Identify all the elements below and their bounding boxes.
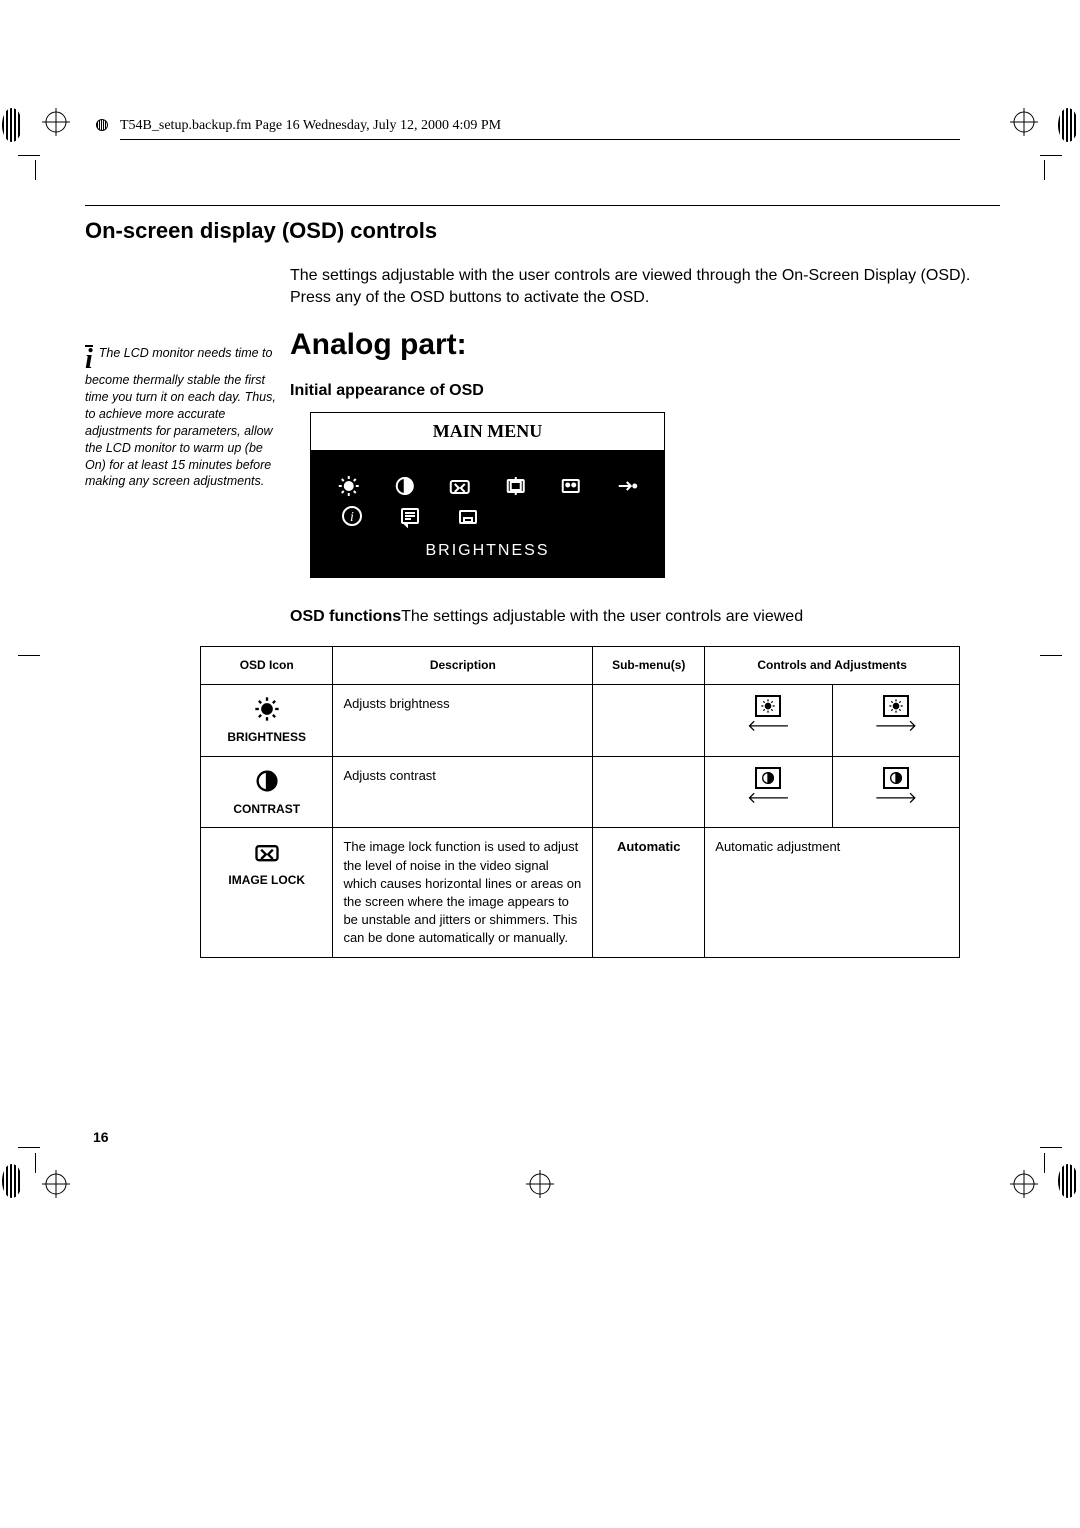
image-setup-icon: [557, 474, 585, 498]
osd-icon-cell: CONTRAST: [201, 756, 333, 828]
table-row: BRIGHTNESSAdjusts brightness 🡐🡒: [201, 684, 960, 756]
information-icon: i: [337, 504, 367, 528]
crop-mark-icon: [18, 655, 40, 656]
osd-functions-table: OSD IconDescriptionSub-menu(s)Controls a…: [200, 646, 960, 959]
control-cell-text: Automatic adjustment: [705, 828, 960, 958]
language-icon: [395, 504, 425, 528]
crop-mark-icon: [35, 1153, 36, 1173]
initial-appearance-heading: Initial appearance of OSD: [290, 380, 1000, 402]
print-knob-icon: [2, 108, 22, 142]
registration-mark-icon: [42, 1170, 70, 1198]
info-icon: i: [85, 345, 93, 372]
crop-mark-icon: [1044, 1153, 1045, 1173]
brightness-icon: [335, 474, 363, 498]
page-number: 16: [93, 1128, 109, 1148]
osd-title: MAIN MENU: [311, 413, 664, 450]
control-cell-right: 🡒: [832, 684, 959, 756]
control-cell-right: 🡒: [832, 756, 959, 828]
contrast-icon: [391, 474, 419, 498]
submenu-cell: [593, 684, 705, 756]
crop-mark-icon: [1044, 160, 1045, 180]
table-row: IMAGE LOCKThe image lock function is use…: [201, 828, 960, 958]
description-cell: The image lock function is used to adjus…: [333, 828, 593, 958]
info-sidebar-text: The LCD monitor needs time to become the…: [85, 346, 276, 488]
section-heading: On-screen display (OSD) controls: [85, 216, 1000, 247]
submenu-cell: [593, 756, 705, 828]
osd-icon-cell: IMAGE LOCK: [201, 828, 333, 958]
submenu-cell: Automatic: [593, 828, 705, 958]
framemaker-knob-icon: [96, 119, 108, 131]
analog-heading: Analog part:: [290, 324, 1000, 366]
registration-mark-icon: [1010, 108, 1038, 136]
exit-icon: [613, 474, 641, 498]
svg-text:i: i: [350, 510, 354, 525]
table-header: Sub-menu(s): [593, 646, 705, 684]
osd-functions-line: OSD functionsThe settings adjustable wit…: [290, 606, 1000, 628]
table-header: OSD Icon: [201, 646, 333, 684]
crop-mark-icon: [18, 1147, 40, 1148]
osd-selected-label: BRIGHTNESS: [335, 540, 640, 562]
osd-icon-cell: BRIGHTNESS: [201, 684, 333, 756]
reset-icon: [453, 504, 483, 528]
print-knob-icon: [1058, 108, 1078, 142]
crop-mark-icon: [1040, 655, 1062, 656]
table-header: Description: [333, 646, 593, 684]
control-cell-left: 🡐: [705, 684, 832, 756]
table-header: Controls and Adjustments: [705, 646, 960, 684]
control-cell-left: 🡐: [705, 756, 832, 828]
crop-mark-icon: [1040, 155, 1062, 156]
crop-mark-icon: [1040, 1147, 1062, 1148]
registration-mark-icon: [1010, 1170, 1038, 1198]
osd-functions-bold: OSD functions: [290, 608, 401, 625]
info-sidebar: iThe LCD monitor needs time to become th…: [85, 345, 280, 490]
osd-functions-rest: The settings adjustable with the user co…: [401, 608, 803, 625]
table-row: CONTRASTAdjusts contrast 🡐🡒: [201, 756, 960, 828]
framemaker-header-text: T54B_setup.backup.fm Page 16 Wednesday, …: [120, 118, 501, 133]
print-knob-icon: [2, 1164, 22, 1198]
crop-mark-icon: [35, 160, 36, 180]
description-cell: Adjusts brightness: [333, 684, 593, 756]
description-cell: Adjusts contrast: [333, 756, 593, 828]
horizontal-rule: [85, 205, 1000, 206]
image-lock-icon: [446, 474, 474, 498]
registration-mark-icon: [42, 108, 70, 136]
print-knob-icon: [1058, 1164, 1078, 1198]
framemaker-header: T54B_setup.backup.fm Page 16 Wednesday, …: [120, 115, 960, 140]
osd-screenshot: MAIN MENU i BRIGHTNESS: [310, 412, 665, 578]
registration-mark-icon: [526, 1170, 554, 1198]
intro-paragraph: The settings adjustable with the user co…: [290, 265, 1000, 310]
image-position-icon: [502, 474, 530, 498]
crop-mark-icon: [18, 155, 40, 156]
